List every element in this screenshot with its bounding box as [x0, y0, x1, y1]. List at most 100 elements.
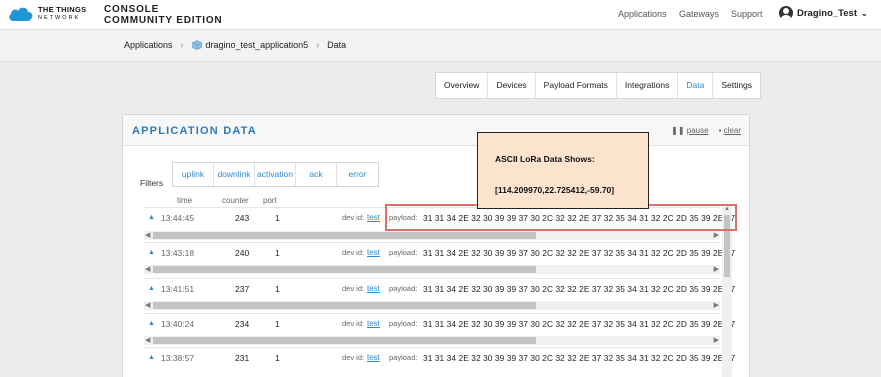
chevron-right-icon: ›	[316, 40, 320, 50]
nav-applications[interactable]: Applications	[618, 9, 667, 19]
row-dev-id-link[interactable]: test	[367, 248, 380, 257]
breadcrumb: Applications › dragino_test_application5…	[124, 40, 346, 50]
pause-button[interactable]: ❚❚ pause	[671, 126, 708, 135]
scroll-right-icon[interactable]: ▶	[714, 231, 719, 240]
row-dev-id-link[interactable]: test	[367, 213, 380, 222]
breadcrumb-bar: Applications › dragino_test_application5…	[0, 30, 881, 62]
row-dev-label: dev id:	[342, 248, 365, 257]
row-payload: 31 31 34 2E 32 30 39 39 37 30 2C 32 32 2…	[423, 284, 736, 294]
callout-line2: [114.209970,22.725412,-59.70]	[495, 185, 615, 195]
tab-settings[interactable]: Settings	[713, 73, 760, 98]
column-header-port: port	[263, 196, 277, 205]
scroll-left-icon[interactable]: ◀	[145, 301, 150, 310]
table-row[interactable]: ▲ 13:41:51 237 1 dev id: test payload: 3…	[144, 278, 735, 300]
row-counter: 237	[235, 284, 250, 294]
row-payload-label: payload:	[389, 248, 418, 257]
row-payload-label: payload:	[389, 353, 418, 362]
horizontal-scrollbar[interactable]: ◀ ▶	[144, 265, 720, 274]
uplink-arrow-icon: ▲	[148, 249, 155, 256]
column-header-counter: counter	[222, 196, 249, 205]
row-port: 1	[275, 319, 280, 329]
column-header-time: time	[177, 196, 193, 205]
uplink-arrow-icon: ▲	[148, 285, 155, 292]
row-time: 13:44:45	[161, 213, 195, 223]
user-menu[interactable]: Dragino_Test ⌄	[779, 6, 868, 20]
console-line2: COMMUNITY EDITION	[104, 15, 223, 26]
row-dev-id-link[interactable]: test	[367, 353, 380, 362]
row-time: 13:41:51	[161, 284, 195, 294]
row-counter: 240	[235, 248, 250, 258]
row-counter: 231	[235, 353, 250, 363]
tab-overview[interactable]: Overview	[436, 73, 489, 98]
row-dev-id-link[interactable]: test	[367, 284, 380, 293]
row-dev-id-link[interactable]: test	[367, 319, 380, 328]
row-dev-label: dev id:	[342, 353, 365, 362]
horizontal-scrollbar[interactable]: ◀ ▶	[144, 301, 720, 310]
panel-header: APPLICATION DATA ❚❚ pause ▪ clear	[123, 115, 749, 146]
scroll-right-icon[interactable]: ▶	[714, 301, 719, 310]
uplink-arrow-icon: ▲	[148, 214, 155, 221]
table-row[interactable]: ▲ 13:43:18 240 1 dev id: test payload: 3…	[144, 242, 735, 264]
tab-devices[interactable]: Devices	[488, 73, 536, 98]
row-dev-label: dev id:	[342, 213, 365, 222]
panel-actions: ❚❚ pause ▪ clear	[671, 126, 741, 135]
filter-downlink[interactable]: downlink	[214, 163, 255, 186]
scroll-right-icon[interactable]: ▶	[714, 265, 719, 274]
console-title: CONSOLE COMMUNITY EDITION	[104, 4, 222, 26]
row-time: 13:38:57	[161, 353, 195, 363]
console-line1: CONSOLE	[104, 4, 160, 15]
row-payload: 31 31 34 2E 32 30 39 39 37 30 2C 32 32 2…	[423, 353, 736, 363]
scrollbar-thumb[interactable]	[153, 232, 536, 239]
filter-buttons: uplink downlink activation ack error	[172, 162, 379, 187]
horizontal-scrollbar[interactable]: ◀ ▶	[144, 231, 720, 240]
clear-label: clear	[723, 126, 741, 135]
avatar	[779, 6, 793, 20]
panel-title: APPLICATION DATA	[132, 125, 257, 137]
filters-label: Filters	[140, 178, 164, 188]
chevron-down-icon: ⌄	[861, 8, 868, 18]
row-payload: 31 31 34 2E 32 30 39 39 37 30 2C 32 32 2…	[423, 248, 736, 258]
nav-gateways[interactable]: Gateways	[679, 9, 719, 19]
breadcrumb-current: Data	[327, 40, 347, 50]
breadcrumb-app[interactable]: dragino_test_application5	[206, 40, 309, 50]
pause-label: pause	[686, 126, 709, 135]
cloud-logo-icon	[9, 7, 33, 21]
row-dev-label: dev id:	[342, 319, 365, 328]
cube-icon	[191, 40, 202, 50]
row-port: 1	[275, 213, 280, 223]
scroll-left-icon[interactable]: ◀	[145, 231, 150, 240]
filter-uplink[interactable]: uplink	[173, 163, 214, 186]
scroll-left-icon[interactable]: ◀	[145, 336, 150, 345]
row-counter: 243	[235, 213, 250, 223]
chevron-right-icon: ›	[180, 40, 184, 50]
uplink-arrow-icon: ▲	[148, 320, 155, 327]
pause-icon: ❚❚	[671, 126, 685, 135]
tab-integrations[interactable]: Integrations	[617, 73, 679, 98]
breadcrumb-applications[interactable]: Applications	[124, 40, 173, 50]
scrollbar-thumb[interactable]	[153, 266, 536, 273]
scrollbar-thumb[interactable]	[153, 302, 536, 309]
scrollbar-thumb[interactable]	[153, 337, 536, 344]
nav-support[interactable]: Support	[731, 9, 763, 19]
filter-error[interactable]: error	[337, 163, 378, 186]
logo-line1: THE THINGS	[38, 5, 87, 14]
clear-button[interactable]: ▪ clear	[719, 126, 741, 135]
scroll-right-icon[interactable]: ▶	[714, 336, 719, 345]
uplink-arrow-icon: ▲	[148, 354, 155, 361]
tab-data[interactable]: Data	[678, 73, 714, 98]
vertical-scrollbar[interactable]: ▲	[722, 206, 732, 377]
user-name: Dragino_Test	[797, 7, 858, 19]
tab-payload-formats[interactable]: Payload Formats	[536, 73, 617, 98]
annotation-callout: ASCII LoRa Data Shows: [114.209970,22.72…	[477, 132, 649, 209]
filter-activation[interactable]: activation	[255, 163, 296, 186]
row-payload-label: payload:	[389, 284, 418, 293]
row-port: 1	[275, 353, 280, 363]
row-payload-label: payload:	[389, 319, 418, 328]
horizontal-scrollbar[interactable]: ◀ ▶	[144, 336, 720, 345]
scroll-left-icon[interactable]: ◀	[145, 265, 150, 274]
ttn-logo[interactable]: THE THINGS NETWORK	[8, 6, 86, 22]
filter-ack[interactable]: ack	[296, 163, 337, 186]
table-row[interactable]: ▲ 13:40:24 234 1 dev id: test payload: 3…	[144, 313, 735, 335]
table-row[interactable]: ▲ 13:38:57 231 1 dev id: test payload: 3…	[144, 347, 735, 369]
app-tabs: Overview Devices Payload Formats Integra…	[435, 72, 762, 99]
